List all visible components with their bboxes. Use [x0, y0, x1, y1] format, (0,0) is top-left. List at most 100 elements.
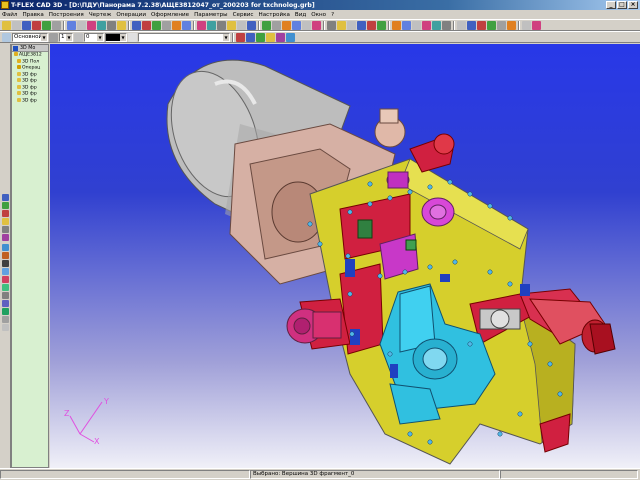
- toolbar-tool-icon[interactable]: [42, 20, 51, 30]
- left-tool-icon[interactable]: [2, 300, 9, 307]
- pattern-icon[interactable]: [128, 32, 137, 42]
- left-tool-icon[interactable]: [2, 276, 9, 283]
- menu-annotation[interactable]: Оформление: [151, 12, 189, 18]
- snap-icon[interactable]: [236, 32, 245, 42]
- layer-select[interactable]: Основной ▼: [12, 32, 48, 42]
- toolbar-tool-icon[interactable]: [467, 20, 476, 30]
- toolbar-tool-icon[interactable]: [97, 20, 106, 30]
- toolbar-tool-icon[interactable]: [337, 20, 346, 30]
- toolbar-tool-icon[interactable]: [312, 20, 321, 30]
- toolbar-tool-icon[interactable]: [532, 20, 541, 30]
- toolbar-tool-icon[interactable]: [12, 20, 21, 30]
- menu-settings[interactable]: Настройка: [259, 12, 290, 18]
- left-tool-icon[interactable]: [2, 202, 9, 209]
- toolbar-tool-icon[interactable]: [152, 20, 161, 30]
- edge-icon[interactable]: [266, 32, 275, 42]
- toolbar-tool-icon[interactable]: [327, 20, 336, 30]
- toolbar-tool-icon[interactable]: [497, 20, 506, 30]
- toolbar-tool-icon[interactable]: [262, 20, 271, 30]
- toolbar-tool-icon[interactable]: [117, 20, 126, 30]
- toolbar-tool-icon[interactable]: [402, 20, 411, 30]
- left-tool-icon[interactable]: [2, 226, 9, 233]
- left-tool-icon[interactable]: [2, 244, 9, 251]
- menu-service[interactable]: Сервис: [233, 12, 254, 18]
- menu-construct[interactable]: Построения: [49, 12, 84, 18]
- layers-icon[interactable]: [2, 32, 11, 42]
- toolbar-tool-icon[interactable]: [442, 20, 451, 30]
- toolbar-tool-icon[interactable]: [217, 20, 226, 30]
- toolbar-tool-icon[interactable]: [32, 20, 41, 30]
- toolbar-tool-icon[interactable]: [282, 20, 291, 30]
- menu-view[interactable]: Вид: [295, 12, 306, 18]
- toolbar-tool-icon[interactable]: [302, 20, 311, 30]
- line-select[interactable]: 1 ▼: [59, 32, 73, 42]
- level-icon[interactable]: [49, 32, 58, 42]
- left-tool-icon[interactable]: [2, 316, 9, 323]
- toolbar-tool-icon[interactable]: [142, 20, 151, 30]
- toolbar-tool-icon[interactable]: [272, 20, 281, 30]
- toolbar-tool-icon[interactable]: [432, 20, 441, 30]
- minimize-button[interactable]: _: [606, 1, 616, 9]
- menu-help[interactable]: ?: [331, 12, 334, 18]
- menu-file[interactable]: Файл: [2, 12, 17, 18]
- left-tool-icon[interactable]: [2, 210, 9, 217]
- left-tool-icon[interactable]: [2, 268, 9, 275]
- menu-window[interactable]: Окно: [311, 12, 326, 18]
- menu-edit[interactable]: Правка: [22, 12, 43, 18]
- tree-item[interactable]: 3D фр: [12, 97, 48, 105]
- priority-icon[interactable]: [74, 32, 83, 42]
- left-tool-icon[interactable]: [2, 292, 9, 299]
- toolbar-tool-icon[interactable]: [422, 20, 431, 30]
- toolbar-tool-icon[interactable]: [367, 20, 376, 30]
- toolbar-tool-icon[interactable]: [132, 20, 141, 30]
- width-select[interactable]: 0 ▼: [84, 32, 104, 42]
- toolbar-tool-icon[interactable]: [172, 20, 181, 30]
- toolbar-tool-icon[interactable]: [182, 20, 191, 30]
- toolbar-tool-icon[interactable]: [77, 20, 86, 30]
- menu-drawing[interactable]: Чертеж: [89, 12, 112, 18]
- toolbar-tool-icon[interactable]: [487, 20, 496, 30]
- face-icon[interactable]: [276, 32, 285, 42]
- color-select[interactable]: ▼: [105, 32, 127, 42]
- left-tool-icon[interactable]: [2, 260, 9, 267]
- toolbar-tool-icon[interactable]: [412, 20, 421, 30]
- toolbar-tool-icon[interactable]: [522, 20, 531, 30]
- toolbar-tool-icon[interactable]: [377, 20, 386, 30]
- toolbar-tool-icon[interactable]: [227, 20, 236, 30]
- toolbar-tool-icon[interactable]: [507, 20, 516, 30]
- toolbar-tool-icon[interactable]: [162, 20, 171, 30]
- menu-parameters[interactable]: Параметры: [194, 12, 228, 18]
- toolbar-tool-icon[interactable]: [357, 20, 366, 30]
- left-tool-icon[interactable]: [2, 194, 9, 201]
- toolbar-tool-icon[interactable]: [392, 20, 401, 30]
- toolbar-tool-icon[interactable]: [457, 20, 466, 30]
- grid-icon[interactable]: [246, 32, 255, 42]
- toolbar-tool-icon[interactable]: [247, 20, 256, 30]
- toolbar-tool-icon[interactable]: [22, 20, 31, 30]
- 3d-viewport[interactable]: Y Z X: [50, 44, 640, 468]
- left-tool-icon[interactable]: [2, 218, 9, 225]
- maximize-button[interactable]: □: [617, 1, 627, 9]
- left-tool-icon[interactable]: [2, 308, 9, 315]
- toolbar-tool-icon[interactable]: [87, 20, 96, 30]
- toolbar-tool-icon[interactable]: [347, 20, 356, 30]
- toolbar-tool-icon[interactable]: [67, 20, 76, 30]
- style-select[interactable]: ▼: [138, 32, 230, 42]
- left-tool-icon[interactable]: [2, 252, 9, 259]
- toolbar-tool-icon[interactable]: [197, 20, 206, 30]
- app-icon[interactable]: [1, 1, 9, 9]
- toolbar-tool-icon[interactable]: [292, 20, 301, 30]
- toolbar-tool-icon[interactable]: [2, 20, 11, 30]
- body-icon[interactable]: [286, 32, 295, 42]
- menu-operations[interactable]: Операции: [116, 12, 146, 18]
- toolbar-tool-icon[interactable]: [52, 20, 61, 30]
- close-button[interactable]: ×: [628, 1, 638, 9]
- left-tool-icon[interactable]: [2, 284, 9, 291]
- vertex-icon[interactable]: [256, 32, 265, 42]
- left-tool-icon[interactable]: [2, 324, 9, 331]
- toolbar-tool-icon[interactable]: [107, 20, 116, 30]
- toolbar-tool-icon[interactable]: [477, 20, 486, 30]
- toolbar-tool-icon[interactable]: [207, 20, 216, 30]
- toolbar-tool-icon[interactable]: [237, 20, 246, 30]
- left-tool-icon[interactable]: [2, 234, 9, 241]
